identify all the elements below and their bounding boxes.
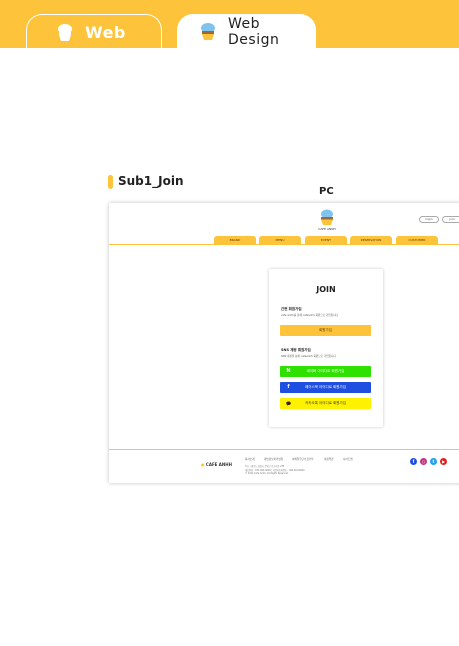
instagram-icon[interactable]: ○ xyxy=(420,458,427,465)
device-label: PC xyxy=(319,186,334,197)
join-title: JOIN xyxy=(316,285,336,294)
footer-link[interactable]: 이메일무단수집거부 xyxy=(292,457,313,461)
facebook-icon: f xyxy=(287,384,290,390)
coffee-cup-icon xyxy=(55,23,75,43)
site-header: CAFE ANNH login join BRAND MENU EVENT RE… xyxy=(109,203,459,245)
nav-event[interactable]: EVENT xyxy=(305,236,347,244)
nav-brand[interactable]: BRAND xyxy=(214,236,256,244)
signup-button[interactable]: 회원가입 xyxy=(280,325,371,336)
facebook-icon[interactable]: f xyxy=(410,458,417,465)
nav-reservation[interactable]: RESERVATION xyxy=(350,236,392,244)
footer-link[interactable]: 회사소개 xyxy=(245,457,255,461)
nav-menu[interactable]: MENU xyxy=(259,236,301,244)
footer-link[interactable]: 이용약관 xyxy=(324,457,334,461)
pc-mockup: CAFE ANNH login join BRAND MENU EVENT RE… xyxy=(109,203,459,483)
general-signup-heading: 간편 회원가입 xyxy=(281,307,302,311)
coffee-cup-icon: ● xyxy=(201,462,205,467)
site-footer: ● CAFE ANHH 회사소개 개인정보처리방침 이메일무단수집거부 이용약관… xyxy=(109,449,459,483)
footer-info: © 2022 Cafe Anhh. All Rights Reserved. xyxy=(245,472,289,475)
top-tab-bar: Web Web Design xyxy=(0,0,459,50)
login-button[interactable]: login xyxy=(419,216,439,223)
twitter-icon[interactable]: t xyxy=(430,458,437,465)
section-marker xyxy=(108,175,113,189)
footer-link[interactable]: 개인정보처리방침 xyxy=(264,457,283,461)
sns-signup-desc: SNS 계정을 통해 cafeanhh 회원으로 가입합니다 xyxy=(281,355,336,358)
general-signup-desc: cafe anhh를 통해 cafeanhh 회원으로 가입합니다 xyxy=(281,314,338,317)
footer-logo: ● CAFE ANHH xyxy=(201,462,232,467)
kakao-talk-icon xyxy=(286,401,291,406)
naver-signup-label: 네이버 아이디로 회원가입 xyxy=(306,369,345,373)
facebook-signup-label: 페이스북 아이디로 회원가입 xyxy=(305,385,346,389)
kakao-signup-button[interactable]: 카카오톡 아이디로 회원가입 xyxy=(280,398,371,409)
footer-logo-text: CAFE ANHH xyxy=(205,462,232,467)
kakao-signup-label: 카카오톡 아이디로 회원가입 xyxy=(305,401,346,405)
nav-customer[interactable]: CUSTOMER xyxy=(396,236,438,244)
tab-web-design[interactable]: Web Design xyxy=(177,14,316,50)
site-logo-text: CAFE ANNH xyxy=(318,227,336,231)
site-logo-icon[interactable] xyxy=(318,208,336,228)
naver-signup-button[interactable]: N 네이버 아이디로 회원가입 xyxy=(280,366,371,377)
tab-web-design-label: Web Design xyxy=(228,16,280,48)
tab-web-label: Web xyxy=(85,23,126,42)
coffee-cup-icon xyxy=(198,22,218,42)
youtube-icon[interactable]: ▶ xyxy=(440,458,447,465)
portfolio-page: Web Web Design Sub1_Join PC CAFE ANNH lo… xyxy=(0,0,459,646)
section-title: Sub1_Join xyxy=(118,174,184,188)
footer-link[interactable]: 사이트맵 xyxy=(343,457,353,461)
tab-web[interactable]: Web xyxy=(26,14,162,50)
naver-icon: N xyxy=(286,368,291,374)
sns-signup-heading: SNS 계정 회원가입 xyxy=(281,348,311,352)
join-card: JOIN 간편 회원가입 cafe anhh를 통해 cafeanhh 회원으로… xyxy=(269,269,383,427)
join-button[interactable]: join xyxy=(442,216,459,223)
facebook-signup-button[interactable]: f 페이스북 아이디로 회원가입 xyxy=(280,382,371,393)
